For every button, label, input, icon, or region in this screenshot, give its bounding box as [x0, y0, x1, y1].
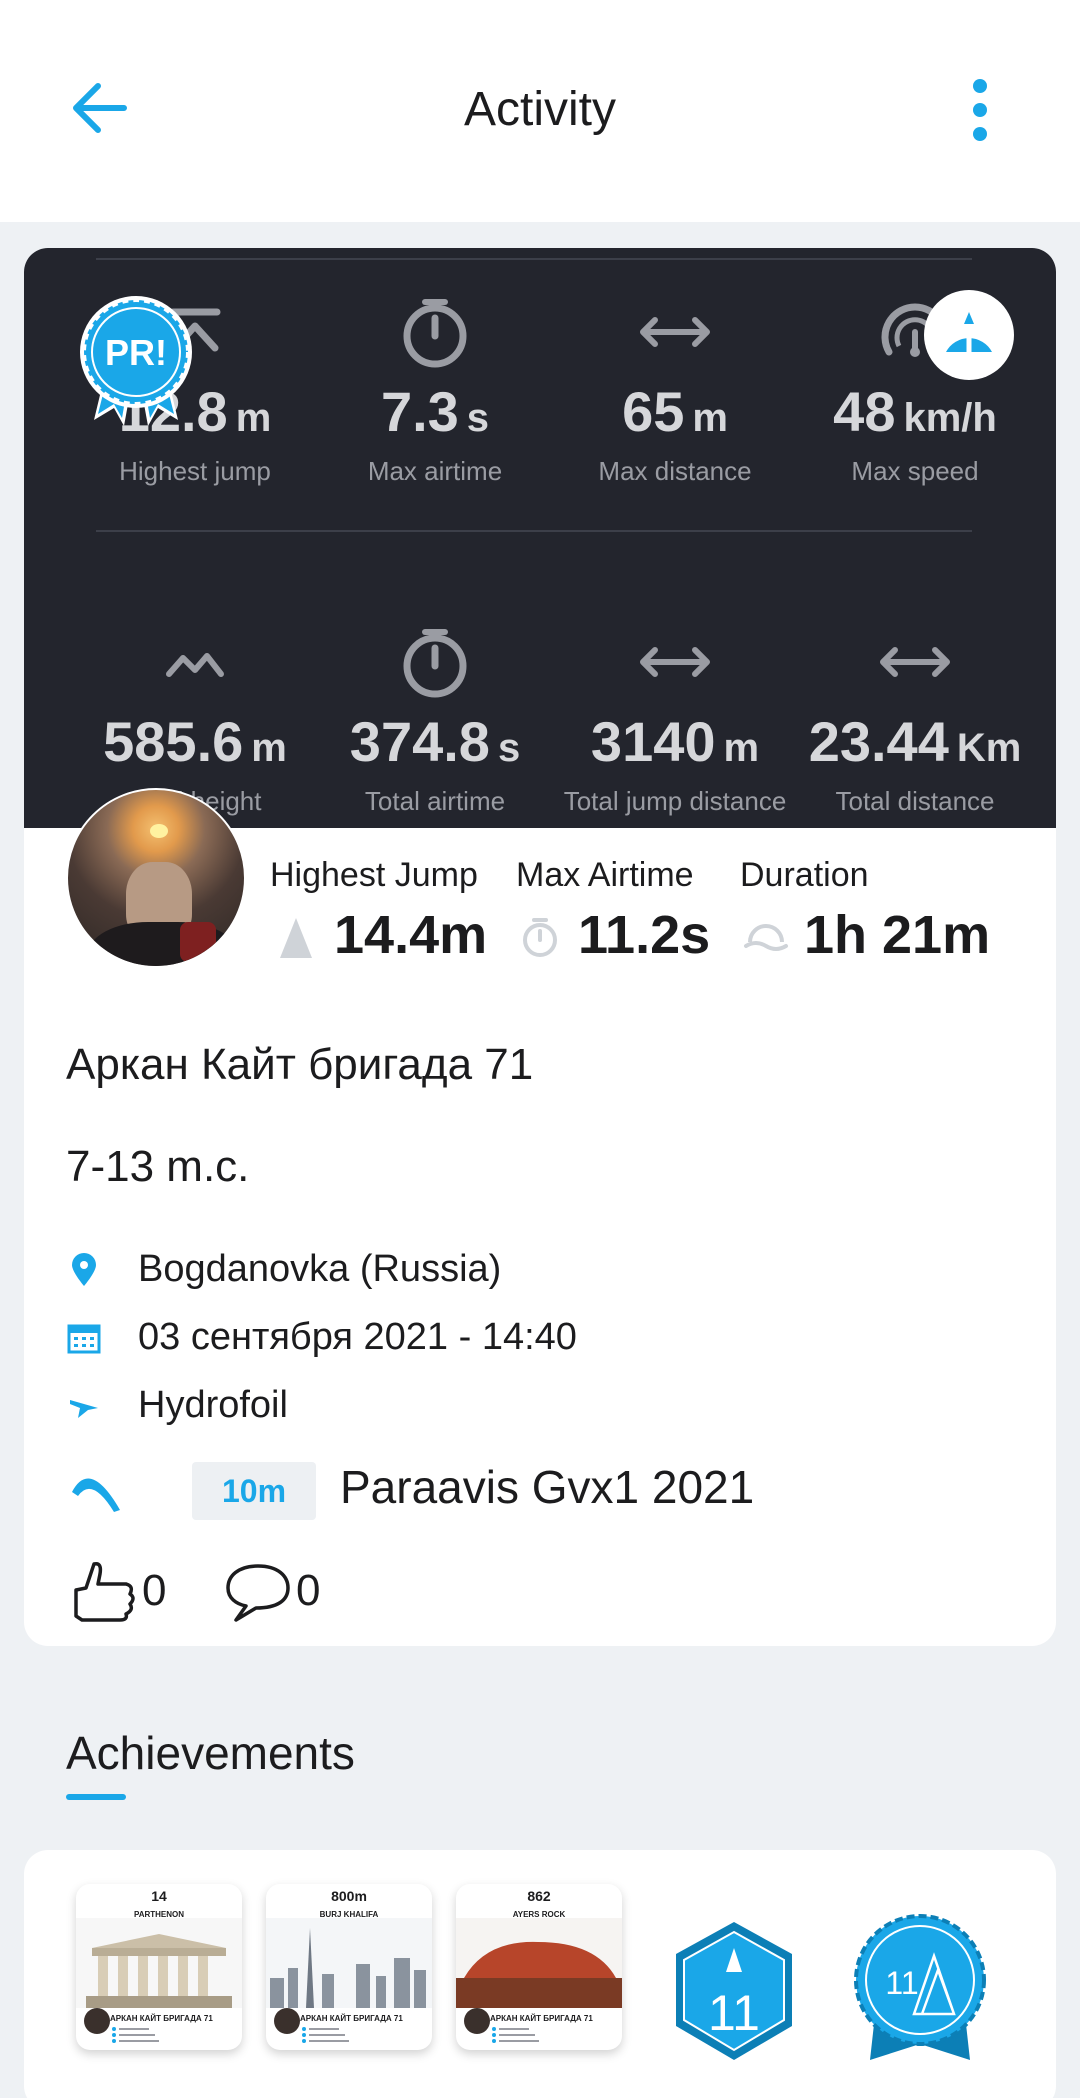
session-title: Аркан Кайт бригада 71: [66, 1040, 534, 1089]
duration-value: 1h 21m: [804, 905, 991, 965]
thumbs-up-icon: [74, 1561, 135, 1622]
activity-card[interactable]: 12.8m Highest jump 7.3s Max airtime 65m …: [24, 248, 1056, 1646]
stat-total-airtime: 374.8 s Total airtime: [315, 622, 555, 817]
divider: [96, 530, 972, 532]
stat-value: 374.8: [349, 710, 490, 773]
achievement-burj-khalifa[interactable]: 800m BURJ KHALIFA АРКАН КАЙТ БРИГАДА 71: [266, 1884, 432, 2050]
achievements-title: Achievements: [66, 1727, 355, 1779]
stopwatch-icon: [403, 629, 467, 698]
stat-max-distance: 65 m Max distance: [555, 292, 795, 487]
achievements-underline: [66, 1794, 126, 1800]
app-bar: Activity: [0, 0, 1080, 222]
ayers-rock-image: [456, 1918, 622, 2008]
wind-range: 7-13 m.c.: [66, 1142, 250, 1191]
stat-label: Highest jump: [119, 456, 271, 486]
stat-value: 48: [833, 380, 896, 443]
stat-label: Max speed: [851, 456, 979, 486]
achievement-caption: АРКАН КАЙТ БРИГАДА 71: [300, 2014, 403, 2023]
achievement-caption: АРКАН КАЙТ БРИГАДА 71: [490, 2014, 593, 2023]
max-airtime-value: 11.2s: [578, 905, 711, 965]
achievement-number: 800m: [331, 1888, 367, 1904]
kite-size-badge: 10m: [192, 1462, 316, 1520]
location-text: Bogdanovka (Russia): [138, 1248, 502, 1290]
achievement-number: 14: [151, 1888, 167, 1904]
highest-jump-icon: [280, 918, 312, 958]
achievement-caption: АРКАН КАЙТ БРИГАДА 71: [110, 2014, 213, 2023]
more-options-icon[interactable]: [960, 74, 1000, 146]
stat-unit: m: [723, 726, 760, 770]
stats-panel: 12.8m Highest jump 7.3s Max airtime 65m …: [24, 248, 1056, 828]
pr-badge-text: PR!: [105, 332, 167, 373]
kite-name: Paraavis Gvx1 2021: [340, 1461, 755, 1513]
stat-unit: Km: [956, 726, 1022, 770]
arrows-horizontal-icon: [640, 317, 710, 347]
divider: [96, 258, 972, 260]
stat-unit: m: [692, 396, 728, 440]
like-count: 0: [142, 1566, 167, 1615]
duration-label: Duration: [740, 856, 869, 894]
kite-row: 10m Paraavis Gvx1 2021: [66, 1458, 966, 1528]
stat-value: 65: [622, 380, 685, 443]
hydrofoil-icon: [70, 1400, 98, 1418]
stat-unit: s: [466, 396, 490, 440]
stopwatch-icon: [403, 299, 467, 368]
round-achievement-badge-icon[interactable]: 11: [850, 1912, 990, 2062]
comment-bubble-icon: [226, 1564, 290, 1622]
location-pin-icon: [72, 1253, 96, 1286]
speed-gauge-icon: [946, 312, 992, 355]
achievement-details-icon: [112, 2027, 159, 2043]
stat-unit: km/h: [903, 396, 997, 440]
stat-label: Total distance: [835, 786, 995, 816]
avatar[interactable]: [66, 788, 246, 968]
hex-badge-number: 11: [708, 1985, 760, 2041]
achievement-parthenon[interactable]: 14 PARTHENON АРКАН КАЙТ БРИГАДА 71: [76, 1884, 242, 2050]
burj-khalifa-image: [266, 1918, 432, 2008]
kite-icon: [72, 1478, 120, 1512]
duration-icon: [744, 924, 788, 951]
round-badge-number: 11: [885, 1965, 918, 2001]
double-peak-icon: [166, 653, 224, 677]
stat-total-distance: 23.44 Km Total distance: [795, 622, 1035, 817]
sport-text: Hydrofoil: [138, 1384, 288, 1426]
stat-value: 23.44: [808, 710, 949, 773]
stat-label: Max distance: [598, 456, 752, 486]
comment-count: 0: [296, 1566, 321, 1615]
personal-record-badge-icon: PR!: [80, 296, 192, 426]
stopwatch-icon: [523, 918, 557, 957]
stat-label: Total jump distance: [563, 786, 787, 816]
stat-unit: m: [251, 726, 287, 770]
stat-unit: s: [497, 726, 521, 770]
speed-badge[interactable]: [924, 290, 1014, 380]
stat-value: 585.6: [103, 710, 244, 773]
parthenon-image: [76, 1918, 242, 2008]
calendar-icon: [67, 1324, 101, 1354]
date-text: 03 сентября 2021 - 14:40: [138, 1316, 577, 1358]
achievements-card: 14 PARTHENON АРКАН КАЙТ БРИГАДА 71 800m BU…: [24, 1850, 1056, 2098]
arrows-horizontal-icon: [640, 647, 710, 677]
stat-value: 3140: [590, 710, 716, 773]
hexagon-achievement-badge-icon[interactable]: 11: [664, 1918, 804, 2068]
page-title: Activity: [463, 83, 616, 136]
stat-label: Max airtime: [367, 456, 503, 486]
highest-jump-value: 14.4m: [334, 905, 488, 965]
stat-label: Total airtime: [364, 786, 506, 816]
highest-jump-label: Highest Jump: [270, 856, 478, 894]
stat-value: 7.3: [380, 380, 459, 443]
stat-max-airtime: 7.3 s Max airtime: [315, 292, 555, 487]
arrows-horizontal-icon: [880, 647, 950, 677]
achievement-number: 862: [527, 1888, 551, 1904]
stat-total-height: 585.6m Total height: [75, 622, 315, 817]
stat-total-jump-distance: 3140 m Total jump distance: [555, 622, 795, 817]
achievement-details-icon: [492, 2027, 539, 2043]
achievement-ayers-rock[interactable]: 862 AYERS ROCK АРКАН КАЙТ БРИГАДА 71: [456, 1884, 622, 2050]
max-airtime-label: Max Airtime: [516, 856, 694, 894]
achievement-details-icon: [302, 2027, 349, 2043]
stat-unit: m: [235, 396, 272, 440]
